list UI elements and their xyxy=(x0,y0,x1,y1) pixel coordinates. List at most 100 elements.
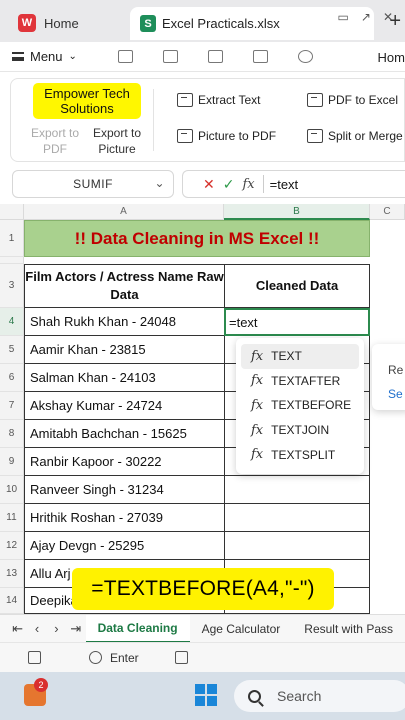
row-header[interactable]: 2 xyxy=(0,257,24,264)
autocomplete-item[interactable]: fx TEXTAFTER xyxy=(241,369,359,394)
spreadsheet-grid[interactable]: A B C 1 2 3 4 5 6 7 8 9 10 11 12 13 14 !… xyxy=(0,204,405,614)
insert-function-icon[interactable]: fx xyxy=(242,177,254,192)
table-cell[interactable] xyxy=(224,504,370,532)
pdf-to-excel-button[interactable]: PDF to Excel xyxy=(307,93,398,107)
function-icon: fx xyxy=(251,447,264,463)
sheet-tab-data-cleaning[interactable]: Data Cleaning xyxy=(85,614,190,643)
taskbar-search[interactable]: Search xyxy=(234,680,405,712)
table-cell[interactable] xyxy=(224,532,370,560)
last-sheet-icon[interactable]: ⇥ xyxy=(66,621,85,637)
autocomplete-item-label: TEXTBEFORE xyxy=(271,398,352,413)
row-header[interactable]: 7 xyxy=(0,392,24,420)
new-tab-icon[interactable]: + xyxy=(389,10,401,33)
extract-text-icon xyxy=(177,93,193,107)
cancel-icon[interactable]: ✕ xyxy=(203,176,215,193)
sheet-tab-bar: ⇤ ‹ › ⇥ Data Cleaning Age Calculator Res… xyxy=(0,614,405,643)
autocomplete-item[interactable]: fx TEXTJOIN xyxy=(241,418,359,443)
menu-label: Menu xyxy=(30,49,63,64)
monitor-icon[interactable]: ▭ xyxy=(338,10,349,24)
row-header[interactable]: 11 xyxy=(0,504,24,532)
protect-icon[interactable] xyxy=(89,651,102,664)
table-cell[interactable]: Ranbir Kapoor - 30222 xyxy=(24,448,225,476)
chevron-down-icon[interactable]: ⌄ xyxy=(154,176,165,190)
row-header[interactable]: 14 xyxy=(0,588,24,614)
row-header[interactable]: 12 xyxy=(0,532,24,560)
column-header-a[interactable]: A xyxy=(24,204,224,220)
wps-logo-icon: W xyxy=(18,14,36,32)
picture-to-pdf-label: Picture to PDF xyxy=(198,129,277,143)
ribbon-panel: Empower Tech Solutions Export to PDF Exp… xyxy=(10,78,405,162)
table-cell[interactable]: Akshay Kumar - 24724 xyxy=(24,392,225,420)
table-cell[interactable]: Hrithik Roshan - 27039 xyxy=(24,504,225,532)
windows-start-icon[interactable] xyxy=(195,684,217,706)
row-header[interactable]: 10 xyxy=(0,476,24,504)
search-icon xyxy=(248,689,261,703)
autocomplete-item-label: TEXTSPLIT xyxy=(271,447,336,462)
next-sheet-icon[interactable]: › xyxy=(47,621,66,636)
status-mode: Enter xyxy=(110,650,139,665)
tooltip-link[interactable]: Se xyxy=(388,382,405,406)
pdf-to-excel-label: PDF to Excel xyxy=(328,93,399,107)
save-icon[interactable] xyxy=(163,50,178,63)
row-header[interactable]: 3 xyxy=(0,264,24,308)
tooltip-line: Re xyxy=(388,363,404,377)
sheet-tab-age-calculator[interactable]: Age Calculator xyxy=(190,615,293,643)
ribbon-divider xyxy=(153,89,154,151)
formula-divider xyxy=(262,175,264,193)
row-header[interactable]: 13 xyxy=(0,560,24,588)
table-cell[interactable]: Amitabh Bachchan - 15625 xyxy=(24,420,225,448)
header-cell-a[interactable]: Film Actors / Actress Name Raw Data xyxy=(24,264,225,308)
os-taskbar: 2 Search xyxy=(0,672,405,720)
tab-home[interactable]: W Home xyxy=(8,8,126,38)
select-all-corner[interactable] xyxy=(0,204,24,220)
export-to-pdf-button[interactable]: Export to PDF xyxy=(25,125,85,157)
table-cell[interactable]: Ranveer Singh - 31234 xyxy=(24,476,225,504)
share-icon[interactable]: ↗ xyxy=(361,10,371,24)
table-cell[interactable] xyxy=(224,476,370,504)
chevron-down-icon: ⌄ xyxy=(68,51,77,62)
column-header-c[interactable]: C xyxy=(370,204,405,220)
active-cell-b4[interactable]: =text xyxy=(224,308,370,336)
name-box[interactable]: SUMIF ⌄ xyxy=(12,170,174,198)
autocomplete-item[interactable]: fx TEXT xyxy=(241,344,359,369)
function-autocomplete-list: fx TEXT fx TEXTAFTER fx TEXTBEFORE fx TE… xyxy=(236,338,364,474)
sheet-title-cell[interactable]: !! Data Cleaning in MS Excel !! xyxy=(24,220,370,257)
tab-actions: ▭ ↗ ✕ xyxy=(338,0,393,33)
print-icon[interactable] xyxy=(208,50,223,63)
undo-icon[interactable] xyxy=(298,50,313,63)
extract-text-label: Extract Text xyxy=(198,93,261,107)
table-cell[interactable]: Ajay Devgn - 25295 xyxy=(24,532,225,560)
row-header[interactable]: 9 xyxy=(0,448,24,476)
name-box-value: SUMIF xyxy=(73,177,113,191)
first-sheet-icon[interactable]: ⇤ xyxy=(8,621,27,637)
table-cell[interactable]: Aamir Khan - 23815 xyxy=(24,336,225,364)
split-merge-label: Split or Merge xyxy=(328,129,403,143)
prev-sheet-icon[interactable]: ‹ xyxy=(27,621,46,636)
column-header-b[interactable]: B xyxy=(224,204,370,220)
autocomplete-item[interactable]: fx TEXTBEFORE xyxy=(241,393,359,418)
ribbon-tab-home[interactable]: Hom xyxy=(378,50,405,65)
folder-icon[interactable] xyxy=(118,50,133,63)
autocomplete-item[interactable]: fx TEXTSPLIT xyxy=(241,442,359,467)
formula-input[interactable]: ✕ ✓ fx =text xyxy=(182,170,405,198)
extract-text-button[interactable]: Extract Text xyxy=(177,93,260,107)
macro-icon[interactable] xyxy=(28,651,41,664)
row-header[interactable]: 4 xyxy=(0,308,24,336)
formula-value: =text xyxy=(269,176,299,192)
row-header[interactable]: 6 xyxy=(0,364,24,392)
menu-button[interactable]: Menu ⌄ xyxy=(0,49,100,64)
table-cell[interactable]: Shah Rukh Khan - 24048 xyxy=(24,308,225,336)
header-cell-b[interactable]: Cleaned Data xyxy=(224,264,370,308)
status-bar: Enter xyxy=(0,642,405,672)
split-merge-button[interactable]: Split or Merge xyxy=(307,129,403,143)
row-header[interactable]: 8 xyxy=(0,420,24,448)
view-icon[interactable] xyxy=(174,651,188,664)
export-to-picture-button[interactable]: Export to Picture xyxy=(89,125,145,157)
table-cell[interactable]: Salman Khan - 24103 xyxy=(24,364,225,392)
row-header[interactable]: 1 xyxy=(0,220,24,257)
export-icon[interactable] xyxy=(253,50,268,63)
picture-to-pdf-button[interactable]: Picture to PDF xyxy=(177,129,276,143)
row-header[interactable]: 5 xyxy=(0,336,24,364)
sheet-tab-result[interactable]: Result with Pass xyxy=(292,615,405,643)
confirm-icon[interactable]: ✓ xyxy=(223,176,235,193)
